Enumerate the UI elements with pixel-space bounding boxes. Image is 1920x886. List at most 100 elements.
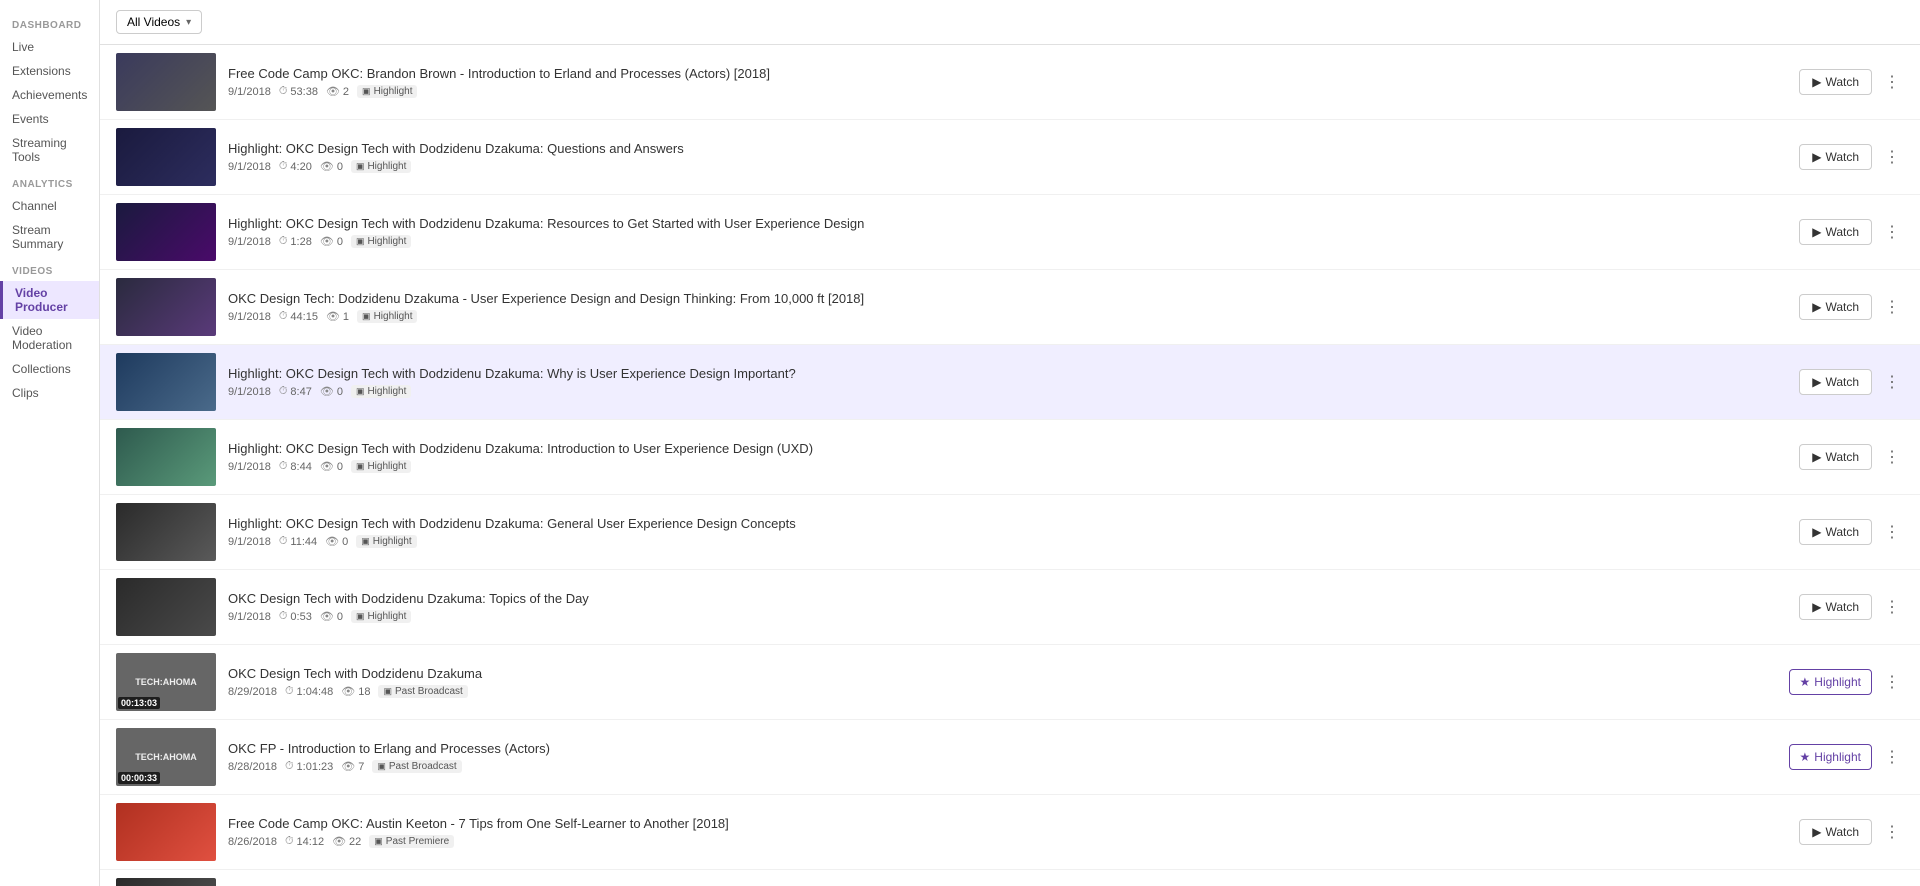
play-icon: ▶ (1812, 600, 1821, 614)
clock-icon: ⏱ (279, 85, 288, 98)
video-thumbnail: TECH:AHOMA 00:00:33 (116, 728, 216, 786)
video-date: 9/1/2018 (228, 311, 271, 323)
video-tag-label: Highlight (374, 86, 413, 97)
video-tag-badge: ▣ Highlight (351, 235, 411, 248)
watch-button[interactable]: ▶ Watch (1799, 594, 1872, 620)
sidebar-item-video-producer[interactable]: Video Producer (0, 281, 99, 319)
video-date: 9/1/2018 (228, 461, 271, 473)
clock-icon: ⏱ (279, 385, 288, 398)
video-duration-overlay: 00:13:03 (118, 697, 160, 709)
video-title: Highlight: OKC Design Tech with Dodziden… (228, 216, 1787, 231)
highlight-star-icon: ★ (1800, 750, 1811, 764)
clock-icon: ⏱ (279, 610, 288, 623)
video-info: Free Code Camp OKC: Austin Keeton - 7 Ti… (216, 816, 1799, 848)
more-options-button[interactable]: ⋮ (1880, 670, 1904, 694)
more-options-button[interactable]: ⋮ (1880, 220, 1904, 244)
play-icon: ▶ (1812, 825, 1821, 839)
more-options-button[interactable]: ⋮ (1880, 70, 1904, 94)
eye-icon: 👁 (320, 610, 334, 623)
sidebar-item-events[interactable]: Events (0, 107, 99, 131)
clock-icon: ⏱ (285, 685, 294, 698)
video-actions: ▶ Watch ⋮ (1799, 69, 1904, 95)
tag-icon: ▣ (362, 86, 371, 97)
video-row: Free Code Camp OKC: Brandon Brown - Intr… (100, 45, 1920, 120)
more-options-button[interactable]: ⋮ (1880, 295, 1904, 319)
video-info: OKC Design Tech with Dodzidenu Dzakuma: … (216, 591, 1799, 623)
more-options-button[interactable]: ⋮ (1880, 820, 1904, 844)
video-tag-label: Past Broadcast (389, 761, 457, 772)
more-options-button[interactable]: ⋮ (1880, 370, 1904, 394)
analytics-section-label: ANALYTICS (0, 169, 99, 194)
watch-button[interactable]: ▶ Watch (1799, 219, 1872, 245)
video-tag-label: Highlight (367, 161, 406, 172)
more-options-button[interactable]: ⋮ (1880, 745, 1904, 769)
eye-icon: 👁 (332, 835, 346, 848)
video-duration: ⏱ 8:47 (279, 385, 312, 398)
watch-button[interactable]: ▶ Watch (1799, 144, 1872, 170)
video-title: Highlight: OKC Design Tech with Dodziden… (228, 441, 1787, 456)
video-duration: ⏱ 53:38 (279, 85, 318, 98)
chevron-down-icon: ▾ (186, 17, 191, 28)
video-tag-label: Highlight (367, 461, 406, 472)
video-tag-badge: ▣ Highlight (357, 310, 417, 323)
video-title: OKC FP - Introduction to Erlang and Proc… (228, 741, 1777, 756)
highlight-button[interactable]: ★ Highlight (1789, 744, 1872, 770)
watch-button[interactable]: ▶ Watch (1799, 369, 1872, 395)
watch-button[interactable]: ▶ Watch (1799, 819, 1872, 845)
sidebar-item-video-moderation[interactable]: Video Moderation (0, 319, 99, 357)
eye-icon: 👁 (325, 535, 339, 548)
watch-label: Watch (1825, 600, 1859, 614)
video-actions: ▶ Watch ⋮ (1799, 594, 1904, 620)
more-options-button[interactable]: ⋮ (1880, 145, 1904, 169)
watch-button[interactable]: ▶ Watch (1799, 444, 1872, 470)
video-views: 👁 0 (320, 460, 343, 473)
video-title: Highlight: OKC Design Tech with Dodziden… (228, 516, 1787, 531)
video-thumbnail (116, 203, 216, 261)
tech-logo: TECH:AHOMA (135, 677, 197, 688)
video-meta: 8/29/2018 ⏱ 1:04:48 👁 18 ▣ Past Broadcas… (228, 685, 1777, 698)
eye-icon: 👁 (320, 460, 334, 473)
more-options-button[interactable]: ⋮ (1880, 445, 1904, 469)
video-views: 👁 1 (326, 310, 349, 323)
watch-button[interactable]: ▶ Watch (1799, 519, 1872, 545)
video-info: OKC FP - Introduction to Erlang and Proc… (216, 741, 1789, 773)
sidebar-item-channel[interactable]: Channel (0, 194, 99, 218)
sidebar-item-stream-summary[interactable]: Stream Summary (0, 218, 99, 256)
sidebar-item-extensions[interactable]: Extensions (0, 59, 99, 83)
all-videos-filter[interactable]: All Videos ▾ (116, 10, 202, 34)
video-tag-label: Highlight (374, 311, 413, 322)
video-meta: 9/1/2018 ⏱ 8:44 👁 0 ▣ Highlight (228, 460, 1787, 473)
video-meta: 9/1/2018 ⏱ 8:47 👁 0 ▣ Highlight (228, 385, 1787, 398)
watch-label: Watch (1825, 150, 1859, 164)
video-row: OKC Design Tech with Dodzidenu Dzakuma: … (100, 570, 1920, 645)
highlight-button[interactable]: ★ Highlight (1789, 669, 1872, 695)
play-icon: ▶ (1812, 450, 1821, 464)
video-row: Highlight: OKC Design Tech with Dodziden… (100, 195, 1920, 270)
sidebar-item-achievements[interactable]: Achievements (0, 83, 99, 107)
video-tag-label: Past Broadcast (395, 686, 463, 697)
more-options-button[interactable]: ⋮ (1880, 520, 1904, 544)
clock-icon: ⏱ (279, 535, 288, 548)
sidebar-item-collections[interactable]: Collections (0, 357, 99, 381)
highlight-label: Highlight (1814, 750, 1861, 764)
clock-icon: ⏱ (285, 835, 294, 848)
play-icon: ▶ (1812, 300, 1821, 314)
video-tag-label: Highlight (373, 536, 412, 547)
tag-icon: ▣ (356, 161, 365, 172)
sidebar-item-streaming-tools[interactable]: Streaming Tools (0, 131, 99, 169)
video-title: Highlight: OKC Design Tech with Dodziden… (228, 366, 1787, 381)
eye-icon: 👁 (326, 310, 340, 323)
sidebar-item-clips[interactable]: Clips (0, 381, 99, 405)
watch-label: Watch (1825, 75, 1859, 89)
videos-section-label: VIDEOS (0, 256, 99, 281)
filter-label: All Videos (127, 15, 180, 29)
video-meta: 9/1/2018 ⏱ 0:53 👁 0 ▣ Highlight (228, 610, 1787, 623)
video-tag-badge: ▣ Highlight (357, 85, 417, 98)
tag-icon: ▣ (377, 761, 386, 772)
watch-button[interactable]: ▶ Watch (1799, 69, 1872, 95)
video-row: Highlight: OKC Design Tech with Dodziden… (100, 420, 1920, 495)
watch-button[interactable]: ▶ Watch (1799, 294, 1872, 320)
highlight-label: Highlight (1814, 675, 1861, 689)
sidebar-item-live[interactable]: Live (0, 35, 99, 59)
more-options-button[interactable]: ⋮ (1880, 595, 1904, 619)
